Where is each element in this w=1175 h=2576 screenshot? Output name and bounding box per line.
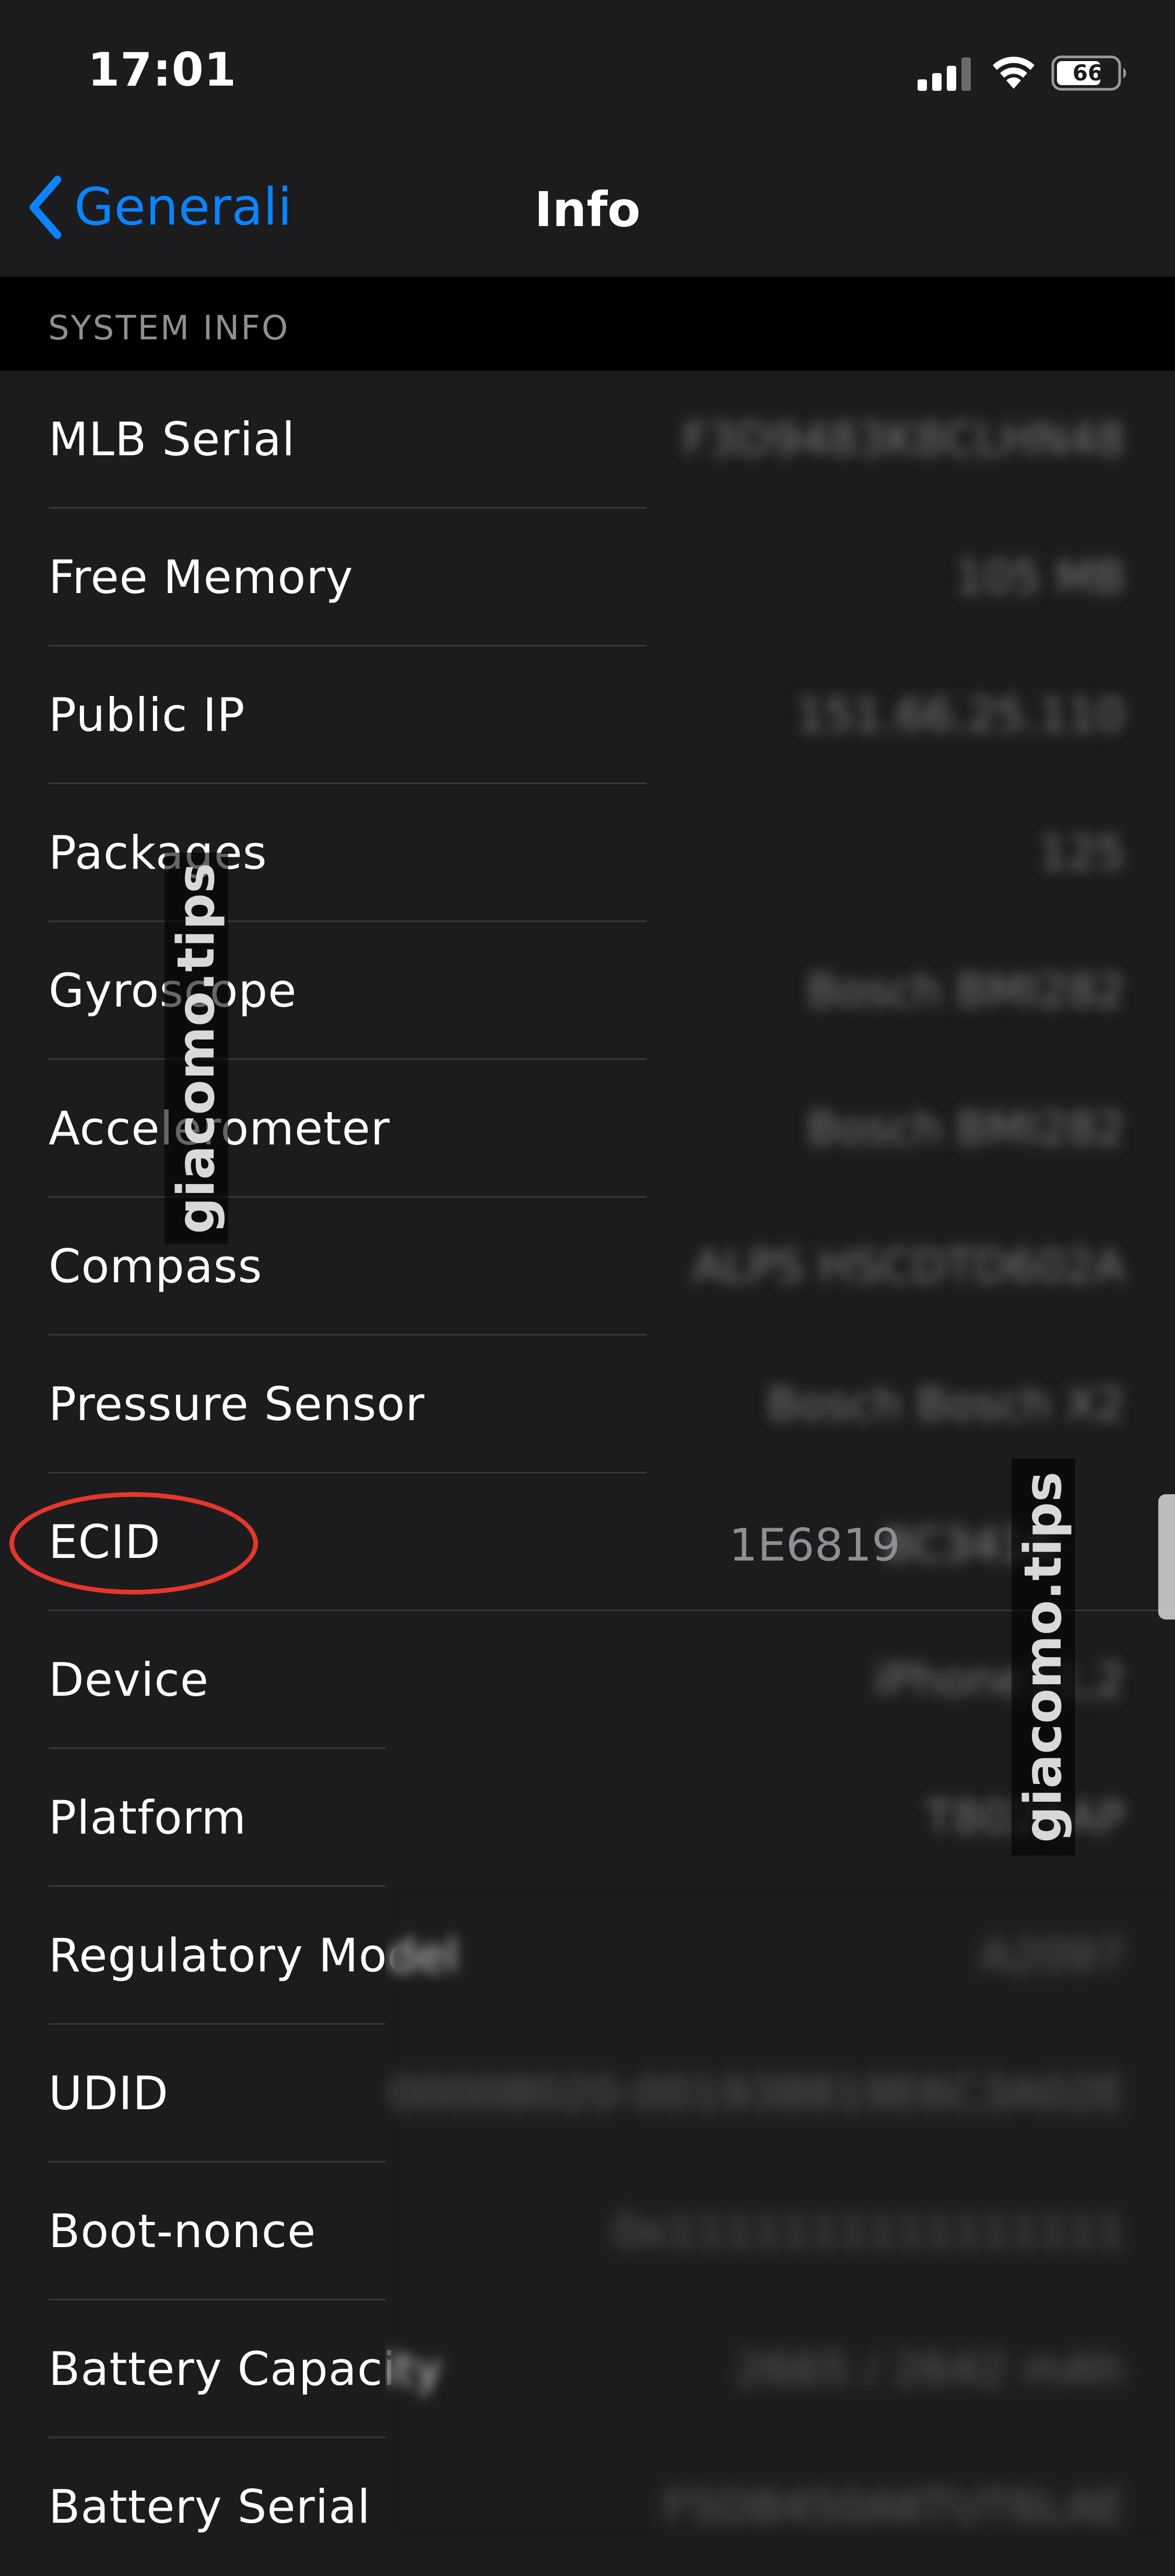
list-row-platform[interactable]: Platform T8020AP [0, 1749, 1175, 1887]
list-row-mlb-serial[interactable]: MLB Serial F3D9483K8CLHN48 [0, 371, 1175, 509]
section-header: SYSTEM INFO [0, 277, 1175, 371]
status-bar: 17:01 66 [0, 0, 1175, 136]
row-value: Bosch BMI282 [807, 965, 1125, 1017]
row-label: MLB Serial [49, 412, 296, 466]
wifi-icon [993, 56, 1035, 89]
row-value: ALPS HSCDTD602A [692, 1240, 1125, 1293]
row-label: Pressure Sensor [49, 1377, 425, 1431]
ecid-highlight-circle [9, 1492, 258, 1594]
row-label: Battery Capacity [49, 2342, 443, 2396]
page-title: Info [534, 182, 641, 238]
row-label: Device [49, 1653, 209, 1707]
battery-level-text: 66 [1072, 60, 1103, 86]
list-row-device[interactable]: Device iPhone11,2 [0, 1611, 1175, 1749]
row-label: Platform [49, 1791, 247, 1845]
watermark-left: giacomo.tips [164, 853, 228, 1244]
row-value: F3D9483K8CLHN48 [683, 413, 1125, 466]
cellular-signal-icon [918, 57, 971, 91]
list-row-public-ip[interactable]: Public IP 151.66.25.110 [0, 646, 1175, 784]
row-label: UDID [49, 2066, 169, 2120]
list-row-pressure-sensor[interactable]: Pressure Sensor Bosch Bosch X2 [0, 1336, 1175, 1473]
section-title: SYSTEM INFO [48, 309, 290, 348]
scroll-indicator[interactable] [1158, 1494, 1175, 1620]
watermark-right: giacomo.tips [1012, 1459, 1075, 1856]
list-row-free-memory[interactable]: Free Memory 105 MB [0, 509, 1175, 646]
row-label: Free Memory [49, 550, 354, 604]
navigation-bar: Generali Info [0, 136, 1175, 278]
row-value: 125 [1039, 827, 1125, 879]
row-value: iPhone11,2 [873, 1654, 1125, 1706]
status-time: 17:01 [88, 43, 237, 97]
row-value: 151.66.25.110 [796, 689, 1125, 741]
row-value: Bosch Bosch X2 [767, 1378, 1125, 1431]
row-label: Compass [49, 1239, 263, 1293]
row-label: Packages [49, 826, 267, 880]
censor-overlay [385, 1880, 1175, 2544]
row-label: Public IP [49, 688, 245, 742]
row-label: Battery Serial [49, 2480, 371, 2534]
row-value: Bosch BMI282 [807, 1103, 1125, 1155]
row-value: 105 MB [955, 551, 1125, 604]
ecid-value: 1E6819 [729, 1519, 900, 1571]
row-label: Boot-nonce [49, 2204, 316, 2258]
